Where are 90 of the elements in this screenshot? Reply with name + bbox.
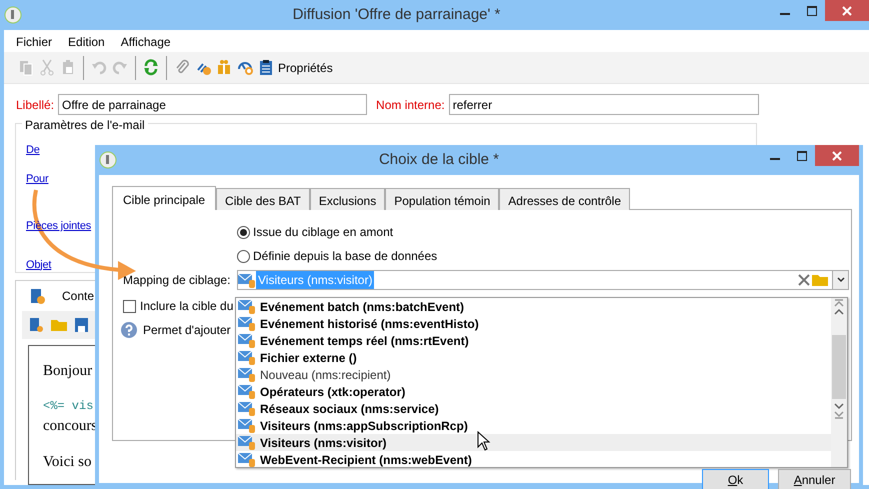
scroll-thumb[interactable] bbox=[832, 335, 846, 399]
save-icon[interactable] bbox=[74, 317, 88, 333]
checkbox[interactable] bbox=[123, 300, 136, 312]
field-label: Nom interne: bbox=[376, 96, 445, 114]
document-icon bbox=[30, 287, 46, 305]
code-text: <%= vis bbox=[43, 398, 94, 414]
properties-button[interactable]: Propriétés bbox=[258, 58, 333, 76]
clipboard-icon bbox=[258, 59, 274, 76]
combo-value: Visiteurs (nms:visitor) bbox=[256, 271, 374, 289]
radio-button[interactable] bbox=[237, 226, 250, 238]
content-tab[interactable]: Conte bbox=[62, 287, 94, 305]
list-option[interactable]: Réseaux sociaux (nms:service) bbox=[236, 400, 831, 417]
field-label: Libellé: bbox=[16, 96, 54, 114]
tab[interactable]: Population témoin bbox=[385, 188, 500, 210]
checkbox-label: Inclure la cible du bbox=[140, 298, 234, 315]
list-option[interactable]: WebEvent-Recipient (nms:webEvent) bbox=[236, 451, 831, 468]
dialog-button[interactable]: Annuler bbox=[778, 469, 851, 489]
close-button[interactable] bbox=[815, 145, 859, 166]
text-field[interactable]: Offre de parrainage bbox=[58, 94, 368, 115]
list-option[interactable]: Evénement batch (nms:batchEvent) bbox=[236, 298, 831, 315]
maximize-icon bbox=[796, 150, 806, 160]
gauge-button[interactable] bbox=[237, 59, 253, 76]
field-label: Mapping de ciblage: bbox=[123, 272, 232, 289]
help-text: Permet d'ajouter bbox=[143, 322, 231, 339]
menu-item[interactable]: Edition bbox=[68, 33, 105, 49]
mail-database-icon bbox=[238, 401, 256, 416]
mail-database-icon bbox=[238, 435, 256, 450]
minimize-icon bbox=[780, 12, 790, 14]
mail-database-icon bbox=[238, 333, 256, 348]
list-option[interactable]: Visiteurs (nms:visitor) bbox=[236, 434, 831, 451]
refresh-button[interactable] bbox=[143, 59, 159, 76]
copy-icon bbox=[18, 59, 34, 76]
list-option[interactable]: Evénement historisé (nms:eventHisto) bbox=[236, 315, 831, 332]
scroll-down-icon[interactable] bbox=[834, 402, 844, 410]
gift-icon bbox=[216, 59, 232, 76]
radio-button[interactable] bbox=[237, 250, 250, 262]
dialog-button[interactable]: Ok bbox=[702, 469, 769, 489]
list-option[interactable]: Nouveau (nms:recipient) bbox=[236, 366, 831, 383]
gauge-icon bbox=[237, 59, 253, 76]
tab[interactable]: Cible des BAT bbox=[216, 188, 310, 210]
help-icon bbox=[121, 322, 137, 338]
list-option[interactable]: Opérateurs (xtk:operator) bbox=[236, 383, 831, 400]
radio-label: Issue du ciblage en amont bbox=[253, 224, 394, 241]
new-document-icon[interactable] bbox=[28, 317, 44, 333]
link[interactable]: Pour bbox=[26, 170, 48, 187]
text: Bonjour bbox=[43, 362, 92, 381]
clear-icon[interactable] bbox=[797, 273, 811, 287]
mail-database-icon bbox=[238, 316, 256, 331]
menu-item[interactable]: Affichage bbox=[120, 33, 171, 49]
minimize-icon bbox=[770, 158, 780, 160]
close-icon bbox=[842, 6, 852, 16]
tab[interactable]: Cible principale bbox=[112, 186, 216, 210]
mail-database-icon bbox=[238, 367, 256, 382]
paperclip-icon bbox=[174, 59, 190, 76]
mail-database-icon bbox=[238, 418, 256, 433]
redo-icon bbox=[112, 59, 128, 76]
paste-icon bbox=[60, 59, 76, 76]
cursor-icon bbox=[477, 431, 491, 451]
list-option[interactable]: Fichier externe () bbox=[236, 349, 831, 366]
radio-label: Définie depuis la base de données bbox=[253, 248, 438, 265]
menu-item[interactable]: Fichier bbox=[16, 33, 52, 49]
tab[interactable]: Adresses de contrôle bbox=[499, 188, 630, 210]
close-button[interactable] bbox=[825, 0, 869, 21]
list-option[interactable]: Visiteurs (nms:appSubscriptionRcp) bbox=[236, 417, 831, 434]
window-title: Choix de la cible * bbox=[378, 150, 500, 170]
app-icon bbox=[4, 6, 22, 24]
link[interactable]: Objet bbox=[26, 256, 52, 273]
text: concours bbox=[43, 416, 98, 436]
scroll-top-icon[interactable] bbox=[834, 298, 844, 308]
scrollbar[interactable] bbox=[831, 298, 847, 467]
cut-icon bbox=[39, 59, 55, 76]
tab[interactable]: Exclusions bbox=[310, 188, 386, 210]
mail-database-icon bbox=[238, 384, 256, 399]
text-field[interactable]: referrer bbox=[448, 94, 759, 115]
paperclip-button[interactable] bbox=[174, 59, 190, 76]
mail-database-icon bbox=[238, 272, 256, 288]
undo-icon bbox=[91, 59, 107, 76]
scroll-bottom-icon[interactable] bbox=[834, 410, 844, 420]
text: Voici so bbox=[43, 453, 92, 472]
chevron-down-icon bbox=[836, 277, 844, 283]
window-title: Diffusion 'Offre de parrainage' * bbox=[292, 4, 502, 25]
close-icon bbox=[832, 150, 842, 160]
scroll-up-icon[interactable] bbox=[834, 308, 844, 316]
list-option[interactable]: Evénement temps réel (nms:rtEvent) bbox=[236, 332, 831, 349]
link[interactable]: De bbox=[26, 142, 40, 158]
mail-database-icon bbox=[238, 350, 256, 365]
dropdown-button[interactable] bbox=[832, 271, 848, 289]
refresh-icon bbox=[143, 59, 159, 76]
app-icon bbox=[99, 151, 117, 169]
maximize-icon bbox=[806, 6, 816, 16]
